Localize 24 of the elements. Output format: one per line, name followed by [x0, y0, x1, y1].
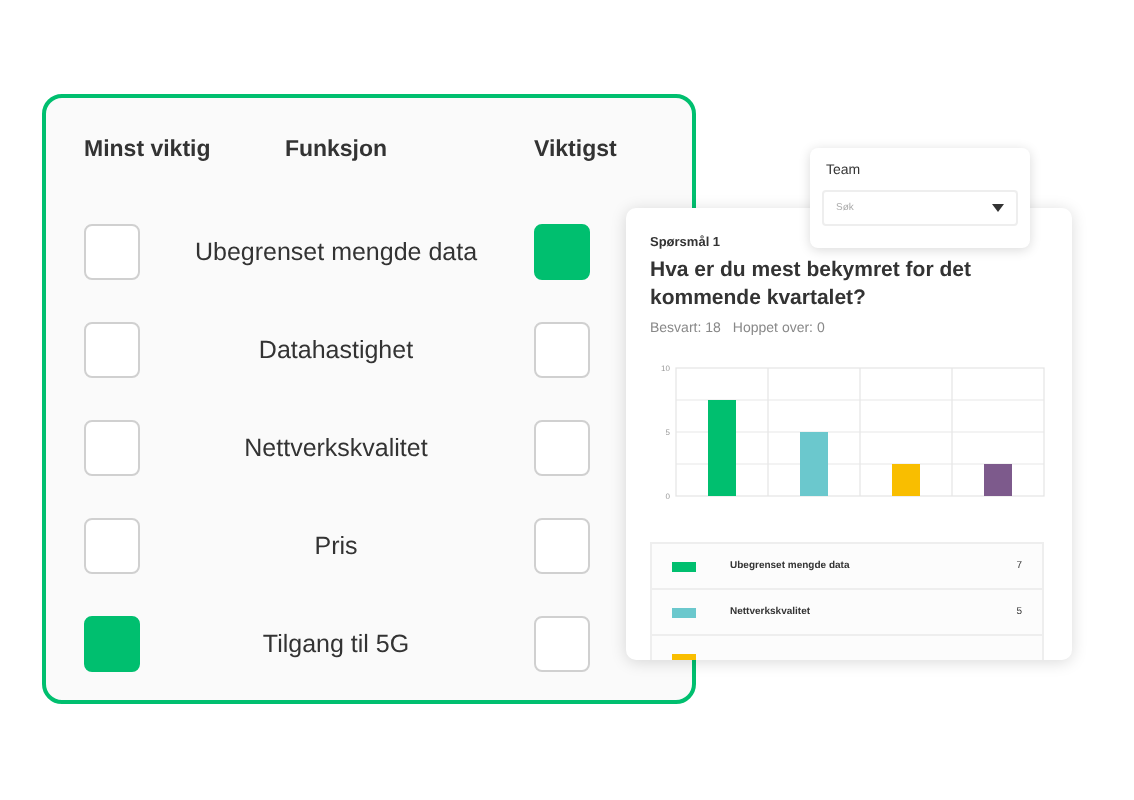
checkbox[interactable]	[84, 321, 140, 377]
bar	[800, 432, 828, 496]
column-header: Viktigst	[534, 138, 617, 162]
feature-label: Ubegrenset mengde data	[194, 237, 478, 265]
checkbox[interactable]	[84, 419, 140, 475]
feature-label: Nettverkskvalitet	[244, 433, 428, 461]
bar	[708, 400, 736, 496]
caret-icon	[992, 204, 1004, 212]
checkbox[interactable]	[534, 419, 590, 475]
feature-label: Datahastighet	[258, 335, 414, 363]
bar	[984, 464, 1012, 496]
feature-label: Tilgang til 5G	[262, 629, 410, 657]
column-header: Minst viktig	[84, 138, 211, 162]
checkbox[interactable]	[534, 615, 590, 671]
bar	[892, 464, 920, 496]
feature-label: Pris	[314, 531, 358, 559]
column-header: Funksjon	[284, 138, 388, 162]
checkbox[interactable]	[534, 223, 590, 279]
checkbox[interactable]	[84, 517, 140, 573]
checkbox[interactable]	[534, 321, 590, 377]
checkbox[interactable]	[84, 223, 140, 279]
checkbox[interactable]	[84, 615, 140, 671]
question-text: Hva er du mest bekymret for det kommende kvartalet?	[650, 256, 973, 312]
checkbox[interactable]	[534, 517, 590, 573]
